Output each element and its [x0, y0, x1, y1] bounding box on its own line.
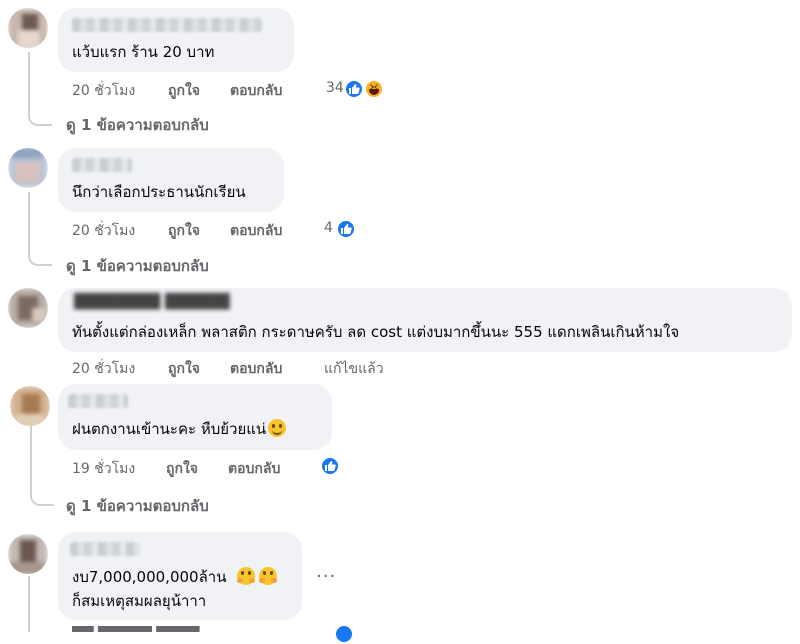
author-name[interactable] [70, 542, 140, 556]
timestamp[interactable]: 19 ชั่วโมง [72, 458, 135, 480]
like-icon[interactable] [320, 456, 340, 476]
avatar[interactable] [8, 8, 48, 48]
like-button[interactable]: ถูกใจ [168, 80, 200, 102]
comment-actions: 20 ชั่วโมง ถูกใจ ตอบกลับ แก้ไขแล้ว [72, 358, 412, 378]
comment-bubble: ฝนตกงานเข้านะคะ หืบย้วยแน่ [58, 384, 332, 450]
like-icon[interactable] [336, 219, 356, 239]
like-button[interactable]: ถูกใจ [168, 358, 200, 380]
hugging-emoji-icon [237, 567, 256, 585]
thread-line [28, 192, 52, 266]
avatar[interactable] [8, 534, 48, 574]
comment-text: งบ7,000,000,000ล้าน [72, 566, 278, 588]
author-name[interactable] [72, 18, 262, 32]
comment-bubble: งบ7,000,000,000ล้าน ก็สมเหตุสมผลยุน้าาา [58, 532, 302, 620]
timestamp[interactable]: 20 ชั่วโมง [72, 220, 135, 242]
like-icon[interactable] [344, 79, 364, 99]
avatar[interactable] [10, 386, 50, 426]
comment-text: นึกว่าเลือกประธานนักเรียน [72, 183, 246, 201]
hugging-emoji-icon [259, 567, 278, 585]
author-name[interactable] [72, 158, 132, 172]
reaction-count[interactable]: 4 [324, 220, 333, 236]
reply-button[interactable]: ตอบกลับ [228, 458, 280, 480]
comment-text-line1: งบ7,000,000,000ล้าน [72, 568, 227, 586]
view-replies-link[interactable]: ดู 1 ข้อความตอบกลับ [66, 254, 209, 278]
view-replies-link[interactable]: ดู 1 ข้อความตอบกลับ [66, 494, 209, 518]
haha-icon[interactable] [364, 79, 384, 99]
comment-bubble: แว้บแรก ร้าน 20 บาท [58, 8, 294, 72]
timestamp[interactable]: 20 ชั่วโมง [72, 80, 135, 102]
comment-bubble: นึกว่าเลือกประธานนักเรียน [58, 148, 284, 212]
edited-label[interactable]: แก้ไขแล้ว [324, 358, 384, 380]
comment-text-line2: ก็สมเหตุสมผลยุน้าาา [72, 592, 207, 610]
grinning-emoji-icon [268, 419, 287, 437]
author-name[interactable] [68, 394, 128, 408]
like-button[interactable]: ถูกใจ [166, 458, 198, 480]
comment-text: ฝนตกงานเข้านะคะ หืบย้วยแน่ [72, 418, 287, 440]
thread-line [30, 426, 54, 506]
like-button[interactable]: ถูกใจ [168, 220, 200, 242]
comment-text-body: ฝนตกงานเข้านะคะ หืบย้วยแน่ [72, 420, 267, 438]
more-options-icon[interactable]: ··· [316, 566, 336, 587]
reply-button[interactable]: ตอบกลับ [230, 358, 282, 380]
comment-text: ทันตั้งแต่กล่องเหล็ก พลาสติก กระดาษครับ … [72, 323, 680, 341]
comment-bubble: ████████ ██████ ทันตั้งแต่กล่องเหล็ก พลา… [58, 288, 792, 352]
timestamp[interactable]: 20 ชั่วโมง [72, 358, 135, 380]
reply-button[interactable]: ตอบกลับ [230, 80, 282, 102]
avatar[interactable] [8, 148, 48, 188]
author-name[interactable]: ████████ ██████ [74, 294, 230, 310]
view-replies-link[interactable]: ดู 1 ข้อความตอบกลับ [66, 113, 209, 137]
like-icon[interactable] [334, 624, 354, 644]
thread-line [28, 576, 52, 632]
avatar[interactable] [8, 288, 48, 328]
comment-text: แว้บแรก ร้าน 20 บาท [72, 43, 215, 61]
reaction-count[interactable]: 34 [326, 80, 344, 96]
comment-actions: 19 ชั่วโมง ถูกใจ ตอบกลับ [72, 458, 392, 478]
thread-line [28, 52, 52, 126]
reply-button[interactable]: ตอบกลับ [230, 220, 282, 242]
